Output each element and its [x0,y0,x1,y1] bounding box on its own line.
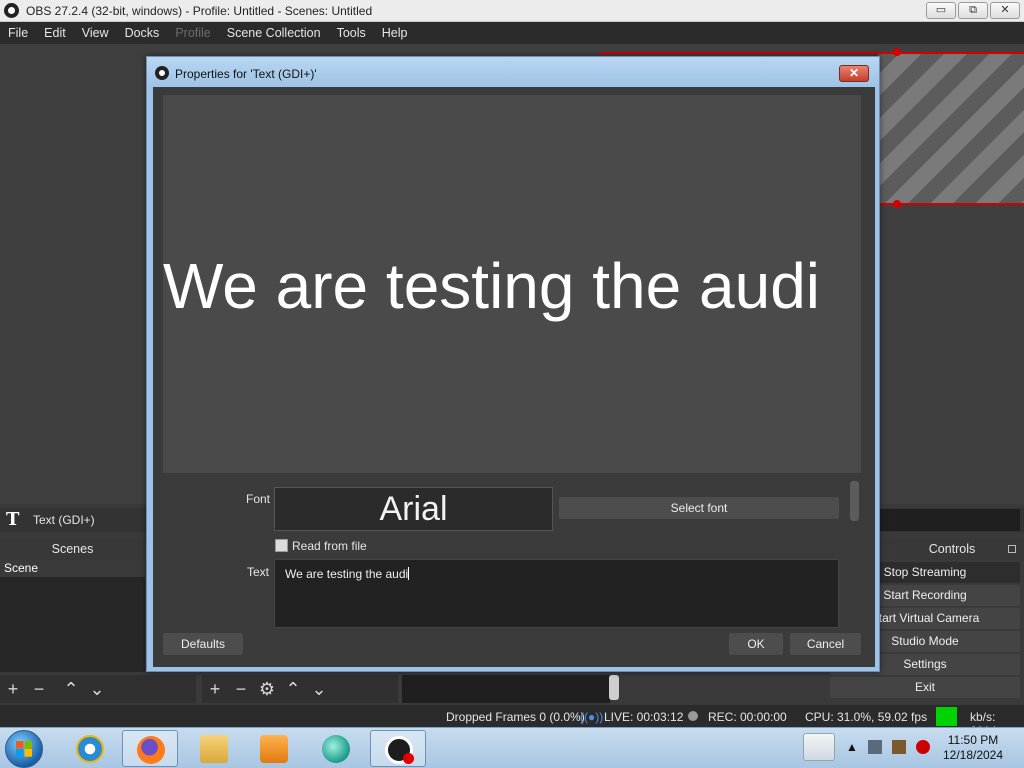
taskbar-firefox[interactable] [122,730,178,767]
menu-docks[interactable]: Docks [117,26,168,40]
scenes-dock-header: Scenes [0,538,145,560]
mixer-scrollbar[interactable] [609,675,619,700]
menu-bar: File Edit View Docks Profile Scene Colle… [0,22,1024,44]
taskbar-obs[interactable] [370,730,426,767]
remove-scene-icon[interactable]: − [26,679,52,700]
cancel-button[interactable]: Cancel [790,633,861,655]
obs-logo-icon [155,66,169,80]
remove-source-icon[interactable]: − [228,679,254,700]
dock-float-icon[interactable] [1008,545,1016,553]
add-source-icon[interactable]: + [202,679,228,700]
preview-text: We are testing the audi [163,250,820,322]
app-icon [322,735,350,763]
start-button[interactable] [5,730,43,768]
text-input[interactable]: We are testing the audi [274,559,839,628]
pen-input-icon[interactable] [803,733,835,761]
add-scene-icon[interactable]: + [0,679,26,700]
action-center-flag-icon[interactable] [892,740,906,754]
preview-canvas-stripes [878,52,1024,204]
dialog-title-bar[interactable]: Properties for 'Text (GDI+)' ✕ [147,57,879,87]
properties-scrollbar[interactable] [850,481,859,521]
scenes-list: Scene [0,560,145,672]
stream-health-indicator [936,707,957,726]
status-bar: Dropped Frames 0 (0.0%) ((●)) LIVE: 00:0… [0,705,1024,738]
controls-dock-header: Controls [880,538,1024,560]
source-properties-gear-icon[interactable]: ⚙ [254,679,280,700]
move-source-down-icon[interactable]: ⌄ [306,679,332,700]
dialog-body: We are testing the audi Font Arial Selec… [153,87,875,667]
selected-source-label: Text (GDI+) [33,513,95,527]
defaults-button[interactable]: Defaults [163,633,243,655]
move-scene-down-icon[interactable]: ⌄ [84,679,110,700]
window-controls: ▭ ⧉ ✕ [926,2,1020,19]
font-preview-box: Arial [274,487,553,531]
media-player-icon [260,735,288,763]
taskbar-internet-explorer[interactable] [62,730,118,767]
sources-toolbar: + − ⚙ ⌃ ⌄ [202,675,398,703]
live-time-status: LIVE: 00:03:12 [604,710,684,724]
text-preview: We are testing the audi [163,95,861,473]
text-cursor [408,567,410,580]
menu-help[interactable]: Help [374,26,416,40]
source-toolbar-field[interactable] [880,509,1020,531]
select-font-button[interactable]: Select font [559,497,839,519]
dialog-close-button[interactable]: ✕ [839,65,869,82]
menu-profile[interactable]: Profile [167,26,218,40]
menu-edit[interactable]: Edit [36,26,74,40]
text-input-value: We are testing the audi [285,567,409,581]
ok-button[interactable]: OK [729,633,783,655]
taskbar-file-explorer[interactable] [186,730,242,767]
menu-file[interactable]: File [0,26,36,40]
recording-badge-icon [403,753,414,764]
maximize-button[interactable]: ⧉ [958,2,988,19]
move-scene-up-icon[interactable]: ⌃ [58,679,84,700]
read-from-file-label[interactable]: Read from file [292,539,367,553]
minimize-button[interactable]: ▭ [926,2,956,19]
exit-button[interactable]: Exit [830,677,1020,698]
taskbar-app[interactable] [308,730,364,767]
tray-expand-icon[interactable]: ▲ [846,740,858,754]
menu-view[interactable]: View [74,26,117,40]
controls-dock-title: Controls [928,542,976,556]
window-title: OBS 27.2.4 (32-bit, windows) - Profile: … [26,4,373,18]
taskbar-media-player[interactable] [246,730,302,767]
font-label: Font [246,492,271,506]
selection-handle-bottom[interactable] [893,200,901,208]
read-from-file-checkbox[interactable] [275,539,288,552]
audio-mixer-panel [402,675,610,703]
live-signal-icon: ((●)) [580,710,604,724]
rec-indicator-icon [688,711,698,721]
obs-logo-icon [4,3,19,18]
dropped-frames-status: Dropped Frames 0 (0.0%) [446,710,585,724]
menu-scene-collection[interactable]: Scene Collection [219,26,329,40]
properties-dialog: Properties for 'Text (GDI+)' ✕ We are te… [146,56,880,672]
menu-tools[interactable]: Tools [329,26,374,40]
close-button[interactable]: ✕ [990,2,1020,19]
volume-muted-icon[interactable] [916,740,930,754]
selection-bound-bottom [880,203,1024,205]
text-label: Text [247,565,270,579]
selection-handle-top[interactable] [893,48,901,56]
cpu-status: CPU: 31.0%, 59.02 fps [805,710,928,724]
text-source-icon: T [6,509,20,530]
rec-time-status: REC: 00:00:00 [708,710,787,724]
internet-explorer-icon [76,735,104,763]
scenes-toolbar: + − ⌃ ⌄ [0,675,196,703]
firefox-icon [137,736,165,764]
move-source-up-icon[interactable]: ⌃ [280,679,306,700]
clock-date: 12/18/2024 [942,748,1004,762]
clock-time: 11:50 PM [947,733,999,747]
selection-bound-top [600,52,1024,54]
folder-icon [200,735,228,763]
scene-item[interactable]: Scene [0,560,145,577]
taskbar-clock[interactable]: 11:50 PM 12/18/2024 [930,733,1016,763]
main-title-bar: OBS 27.2.4 (32-bit, windows) - Profile: … [0,0,1024,22]
network-icon[interactable] [868,740,882,754]
dialog-title: Properties for 'Text (GDI+)' [175,67,317,81]
